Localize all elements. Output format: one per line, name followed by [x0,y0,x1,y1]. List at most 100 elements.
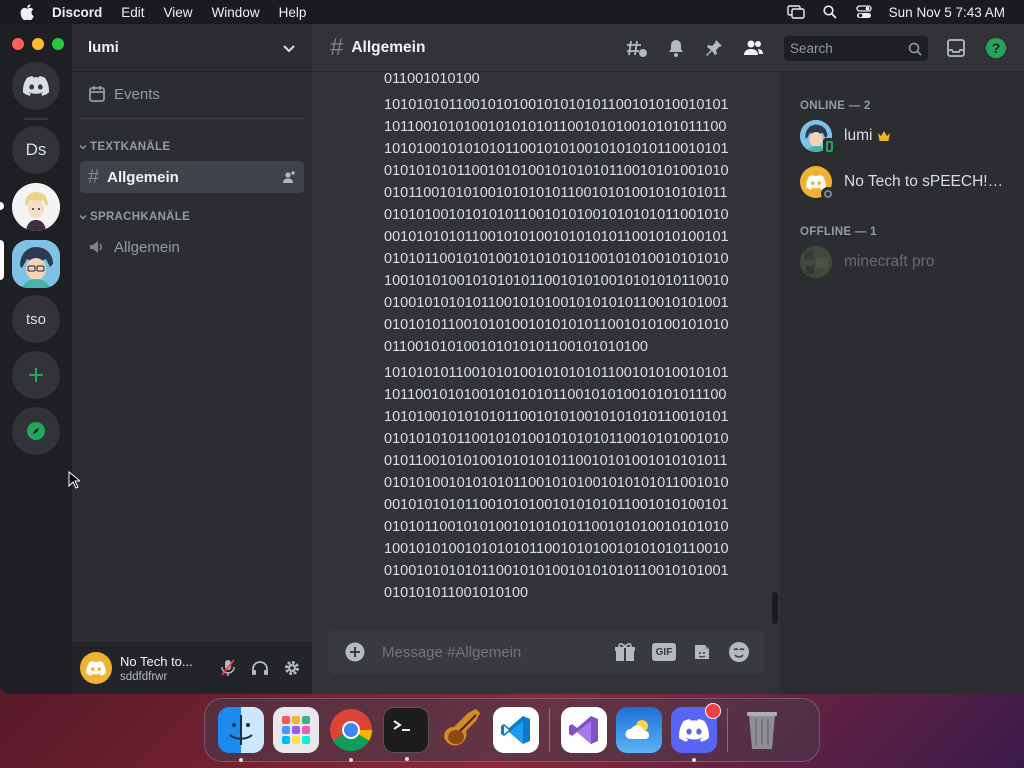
attach-button[interactable] [344,641,366,663]
screen-mirror-icon[interactable] [786,4,805,20]
plus-circle-icon [345,642,365,662]
member-name: lumi [844,127,873,144]
chevron-down-icon [79,145,87,150]
mute-mic-button[interactable] [216,656,240,680]
member-list-icon[interactable] [742,38,764,58]
channel-divider [80,118,304,119]
gif-button[interactable]: GIF [652,643,676,661]
member-list: ONLINE — 2 lumi No Tech to sPEECH!!!!...… [780,72,1024,694]
launchpad-app-icon[interactable] [272,707,319,753]
member-name: minecraft pro [844,253,935,270]
chat-scrollbar[interactable] [772,592,778,624]
server-ds[interactable]: Ds [12,126,60,174]
menu-app-name[interactable]: Discord [52,5,102,20]
threads-icon[interactable] [626,38,648,58]
gear-icon [285,661,299,675]
explore-servers-button[interactable] [12,407,60,455]
voice-channel-allgemein[interactable]: Allgemein [80,231,304,263]
terminal-app-icon[interactable] [382,707,429,761]
menu-edit[interactable]: Edit [121,5,144,20]
apple-icon[interactable] [20,4,34,20]
headphones-icon [252,661,268,675]
guild-header[interactable]: lumi [72,24,312,72]
voice-category-label: SPRACHKANÄLE [90,211,191,223]
gift-icon[interactable] [614,642,636,662]
minimize-window-button[interactable] [32,38,44,50]
message-list: 011001010100 101010101100101010010101010… [384,68,729,608]
user-name: No Tech to... [120,653,193,669]
dock-separator [727,708,728,752]
terminal-prompt-icon [392,720,410,731]
voice-channel-label: Allgemein [114,238,180,256]
visual-studio-logo-icon [568,716,598,744]
discord-app-icon[interactable] [670,703,721,762]
visual-studio-app-icon[interactable] [560,707,607,753]
pin-icon[interactable] [704,38,724,58]
direct-messages-button[interactable] [12,62,60,110]
control-center-icon[interactable] [855,4,873,20]
search-input[interactable]: Search [784,36,928,61]
add-server-button[interactable] [12,351,60,399]
launchpad-grid-icon [281,716,310,744]
inbox-icon[interactable] [946,38,966,58]
dock-separator [549,708,550,752]
message-text: 1010101011001010100101010101100101010010… [384,97,729,355]
vscode-app-icon[interactable] [492,707,539,753]
vscode-logo-icon [500,716,530,744]
weather-app-icon[interactable] [615,707,662,753]
deafen-button[interactable] [248,656,272,680]
menu-window[interactable]: Window [212,5,260,20]
message-text: 1010101011001010100101010101100101010010… [384,365,729,601]
invite-user-icon[interactable] [282,170,296,184]
member-item[interactable]: No Tech to sPEECH!!!!... [780,160,1024,204]
search-icon [908,42,922,56]
sticker-icon[interactable] [692,642,712,662]
notification-badge [704,703,721,719]
server-lumi[interactable] [12,240,60,288]
menu-view[interactable]: View [164,5,193,20]
server-tso[interactable]: tso [12,295,60,343]
chevron-down-icon [79,215,87,220]
events-item[interactable]: Events [80,78,304,110]
discord-window: Ds tso lumi Events TEXTKANÄLE # Allgemei… [0,24,1024,694]
voice-category[interactable]: SPRACHKANÄLE [72,205,312,229]
member-item[interactable]: minecraft pro [780,240,1024,284]
lumi-avatar-icon [12,240,60,288]
help-icon[interactable]: ? [985,37,1007,59]
text-channel-allgemein[interactable]: # Allgemein [80,161,304,193]
chrome-logo-icon [329,709,372,752]
macos-dock [204,698,820,762]
unread-indicator [0,202,4,210]
bell-icon[interactable] [666,38,686,58]
emoji-icon[interactable] [728,641,750,663]
menu-help[interactable]: Help [279,5,307,20]
chrome-app-icon[interactable] [328,707,374,762]
trash-can-icon [746,712,777,749]
spotlight-search-icon[interactable] [821,4,839,20]
discord-logo-icon [23,76,49,96]
text-category[interactable]: TEXTKANÄLE [72,135,312,159]
close-window-button[interactable] [12,38,24,50]
guild-name: lumi [88,39,119,56]
zoom-window-button[interactable] [52,38,64,50]
mic-muted-icon [221,659,235,676]
channel-title: Allgemein [351,38,426,56]
server-avatar-anime[interactable] [12,183,60,231]
minecraft-avatar-icon [800,246,832,278]
discord-logo-icon [86,660,106,676]
message-input[interactable] [382,637,602,667]
finder-app-icon[interactable] [217,707,264,762]
menu-clock[interactable]: Sun Nov 5 7:43 AM [889,5,1005,20]
garageband-app-icon[interactable] [438,707,484,753]
channel-sidebar: lumi Events TEXTKANÄLE # Allgemein SPRAC… [72,24,312,694]
server-divider [24,118,48,120]
member-avatar [800,246,832,278]
composer-actions: GIF [614,641,750,663]
user-info[interactable]: No Tech to... sddfdfrwr [120,654,210,683]
user-avatar[interactable] [80,652,112,684]
compass-icon [27,422,45,440]
offline-header: OFFLINE — 1 [800,226,877,238]
user-settings-button[interactable] [280,656,304,680]
member-item[interactable]: lumi [780,114,1024,158]
trash-app-icon[interactable] [739,707,785,753]
